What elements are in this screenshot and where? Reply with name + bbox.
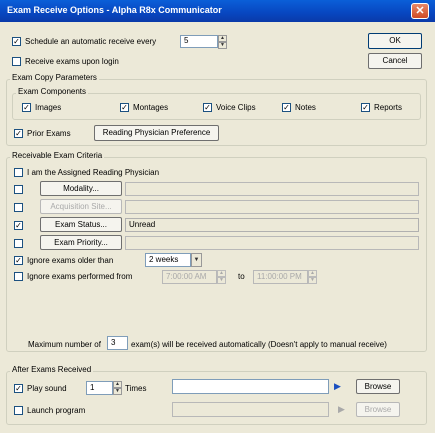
play-sound-label: Play sound <box>27 384 67 393</box>
launch-program-checkbox[interactable] <box>14 406 23 415</box>
older-than-select[interactable]: 2 weeks <box>145 253 191 267</box>
acquisition-site-checkbox[interactable] <box>14 203 23 212</box>
receivable-exam-criteria-title: Receivable Exam Criteria <box>10 151 105 160</box>
login-label: Receive exams upon login <box>25 57 119 66</box>
voice-clips-label: Voice Clips <box>216 103 256 112</box>
cancel-button[interactable]: Cancel <box>368 53 422 69</box>
schedule-label: Schedule an automatic receive every <box>25 37 157 46</box>
schedule-spin-up[interactable]: ▲ <box>218 35 227 42</box>
to-spin-down: ▼ <box>308 277 317 284</box>
dialog-window: Exam Receive Options - Alpha R8x Communi… <box>0 0 435 433</box>
ignore-older-checkbox[interactable]: ✓ <box>14 256 23 265</box>
launch-play-icon: ▶ <box>338 404 345 414</box>
play-sound-icon[interactable]: ▶ <box>334 381 344 391</box>
images-checkbox[interactable]: ✓ <box>22 103 31 112</box>
to-label: to <box>238 272 245 281</box>
schedule-checkbox[interactable]: ✓ <box>12 37 21 46</box>
exam-priority-button[interactable]: Exam Priority... <box>40 235 122 250</box>
voice-clips-checkbox[interactable]: ✓ <box>203 103 212 112</box>
reports-label: Reports <box>374 103 403 112</box>
notes-checkbox[interactable]: ✓ <box>282 103 291 112</box>
images-label: Images <box>35 103 62 112</box>
times-spin-down[interactable]: ▼ <box>113 388 122 395</box>
assigned-physician-label: I am the Assigned Reading Physician <box>27 168 160 177</box>
sound-file-input[interactable] <box>172 379 329 394</box>
exam-components-title: Exam Components <box>16 87 89 96</box>
max-exams-input[interactable]: 3 <box>107 336 128 350</box>
login-checkbox[interactable] <box>12 57 21 66</box>
ignore-performed-checkbox[interactable] <box>14 272 23 281</box>
prior-exams-label: Prior Exams <box>27 129 71 138</box>
reports-checkbox[interactable]: ✓ <box>361 103 370 112</box>
sound-browse-button[interactable]: Browse <box>356 379 400 394</box>
assigned-physician-checkbox[interactable] <box>14 168 23 177</box>
montages-label: Montages <box>133 103 169 112</box>
exam-priority-field <box>125 236 419 250</box>
times-spin-up[interactable]: ▲ <box>113 381 122 388</box>
program-browse-button: Browse <box>356 402 400 417</box>
reading-physician-preference-button[interactable]: Reading Physician Preference <box>94 125 219 141</box>
program-path-input <box>172 402 329 417</box>
exam-copy-parameters-title: Exam Copy Parameters <box>10 73 99 82</box>
exam-priority-checkbox[interactable] <box>14 239 23 248</box>
title-bar[interactable]: Exam Receive Options - Alpha R8x Communi… <box>0 0 435 22</box>
after-exams-received-title: After Exams Received <box>10 365 94 374</box>
modality-checkbox[interactable] <box>14 185 23 194</box>
older-than-dropdown-icon[interactable]: ▼ <box>191 253 202 267</box>
times-label: Times <box>125 384 147 393</box>
exam-status-field: Unread <box>125 218 419 232</box>
modality-field <box>125 182 419 196</box>
play-sound-checkbox[interactable]: ✓ <box>14 384 23 393</box>
acquisition-site-button: Acquisition Site... <box>40 199 122 214</box>
from-spin-up: ▲ <box>217 270 226 277</box>
exam-status-checkbox[interactable]: ✓ <box>14 221 23 230</box>
close-button[interactable]: ✕ <box>411 3 429 19</box>
from-spin-down: ▼ <box>217 277 226 284</box>
performed-to-input: 11:00:00 PM <box>253 270 308 284</box>
performed-from-input: 7:00:00 AM <box>162 270 217 284</box>
schedule-spin-down[interactable]: ▼ <box>218 42 227 49</box>
max-exams-note: exam(s) will be received automatically (… <box>131 340 387 349</box>
play-sound-times-input[interactable]: 1 <box>86 381 113 395</box>
launch-program-label: Launch program <box>27 406 86 415</box>
modality-button[interactable]: Modality... <box>40 181 122 196</box>
prior-exams-checkbox[interactable]: ✓ <box>14 129 23 138</box>
to-spin-up: ▲ <box>308 270 317 277</box>
exam-status-button[interactable]: Exam Status... <box>40 217 122 232</box>
acquisition-site-field <box>125 200 419 214</box>
max-exams-label: Maximum number of <box>28 340 101 349</box>
notes-label: Notes <box>295 103 316 112</box>
ok-button[interactable]: OK <box>368 33 422 49</box>
montages-checkbox[interactable]: ✓ <box>120 103 129 112</box>
schedule-minutes-input[interactable]: 5 <box>180 35 218 48</box>
ignore-performed-label: Ignore exams performed from <box>27 272 133 281</box>
window-title: Exam Receive Options - Alpha R8x Communi… <box>7 5 222 15</box>
ignore-older-label: Ignore exams older than <box>27 256 114 265</box>
